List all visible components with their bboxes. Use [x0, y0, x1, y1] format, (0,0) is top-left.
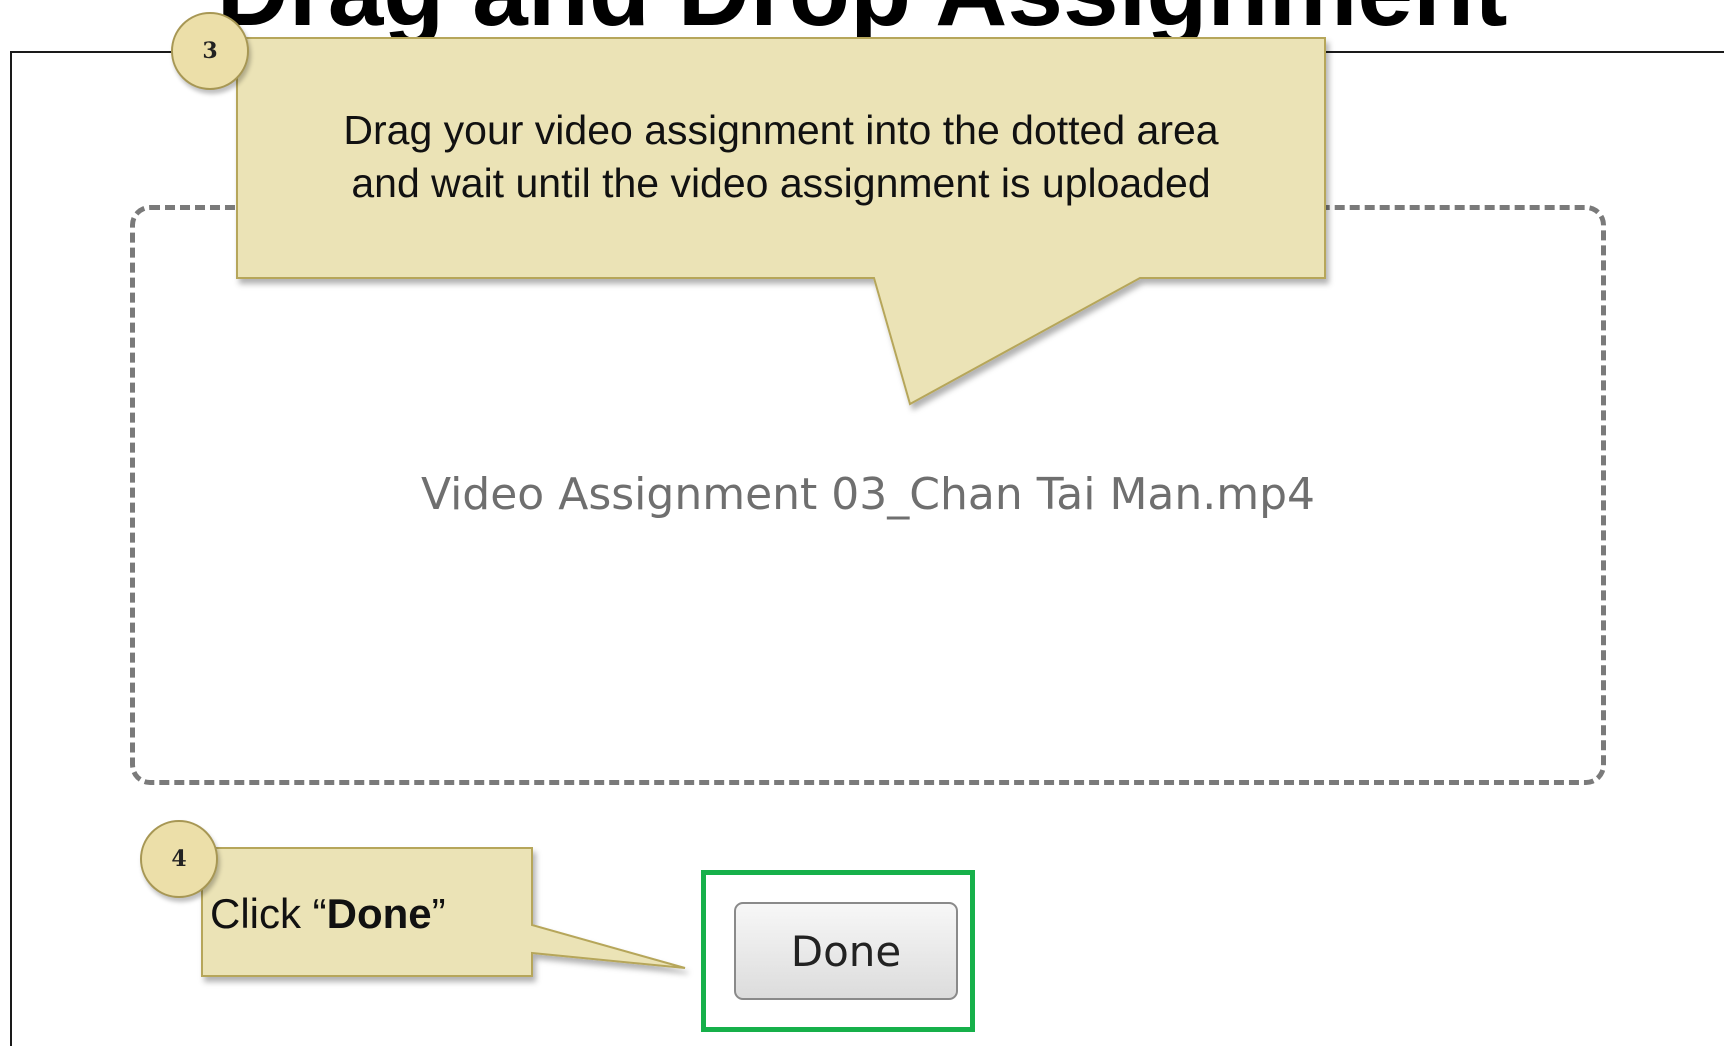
- step-4-badge: 4: [140, 820, 218, 898]
- tutorial-screenshot: Drag and Drop Assignment Video Assignmen…: [0, 0, 1724, 1046]
- step-3-badge: 3: [171, 12, 249, 90]
- callout-3-line-2: and wait until the video assignment is u…: [351, 160, 1211, 206]
- done-button[interactable]: Done: [734, 902, 958, 1000]
- callout-4-bold: Done: [326, 890, 432, 937]
- callout-3-line-1: Drag your video assignment into the dott…: [343, 107, 1219, 153]
- callout-3-text: Drag your video assignment into the dott…: [237, 104, 1325, 210]
- callout-4-suffix: ”: [431, 890, 446, 937]
- page-title-clipped: Drag and Drop Assignment: [0, 0, 1724, 42]
- callout-4-prefix: Click “: [210, 890, 327, 937]
- page-title: Drag and Drop Assignment: [0, 0, 1724, 42]
- uploaded-file-name: Video Assignment 03_Chan Tai Man.mp4: [420, 469, 1316, 520]
- callout-4-text: Click “Done”: [210, 884, 530, 944]
- file-drop-zone[interactable]: Video Assignment 03_Chan Tai Man.mp4: [130, 205, 1606, 785]
